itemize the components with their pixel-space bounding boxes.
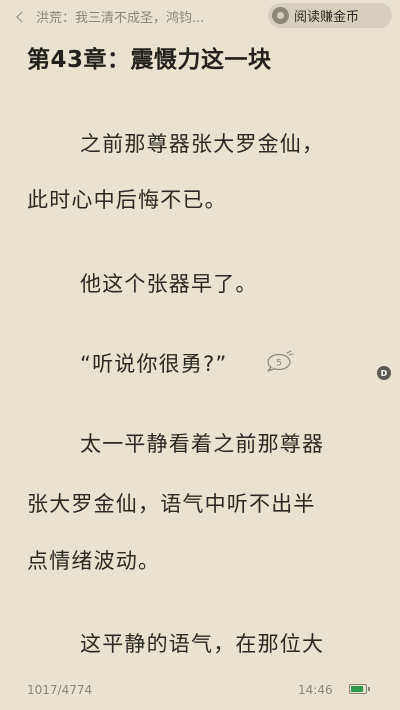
text-line: “听说你很勇?” xyxy=(80,352,228,376)
clock: 14:46 xyxy=(298,683,333,697)
paragraph-comment-button[interactable]: 5 xyxy=(266,350,294,372)
text-line: 张大罗金仙，语气中听不出半 xyxy=(27,492,316,516)
comment-bubble-icon: 5 xyxy=(267,350,294,372)
battery-icon xyxy=(349,684,370,694)
battery-level xyxy=(351,686,363,692)
text-line: 他这个张器早了。 xyxy=(80,272,258,296)
text-line: 这平静的语气，在那位大 xyxy=(80,632,325,656)
side-float-button[interactable]: D xyxy=(377,366,391,380)
reading-content[interactable]: 之前那尊器张大罗金仙， 此时心中后悔不已。 他这个张器早了。 “听说你很勇?” … xyxy=(0,0,400,710)
comment-count: 5 xyxy=(276,359,282,369)
side-float-label: D xyxy=(380,368,388,378)
text-line: 之前那尊器张大罗金仙， xyxy=(80,132,325,156)
text-line: 点情绪波动。 xyxy=(27,549,161,573)
text-line: 此时心中后悔不已。 xyxy=(27,188,227,212)
reader-footer: 1017/4774 14:46 xyxy=(0,676,400,704)
text-line: 太一平静看着之前那尊器 xyxy=(80,432,325,456)
page-progress: 1017/4774 xyxy=(27,683,93,697)
